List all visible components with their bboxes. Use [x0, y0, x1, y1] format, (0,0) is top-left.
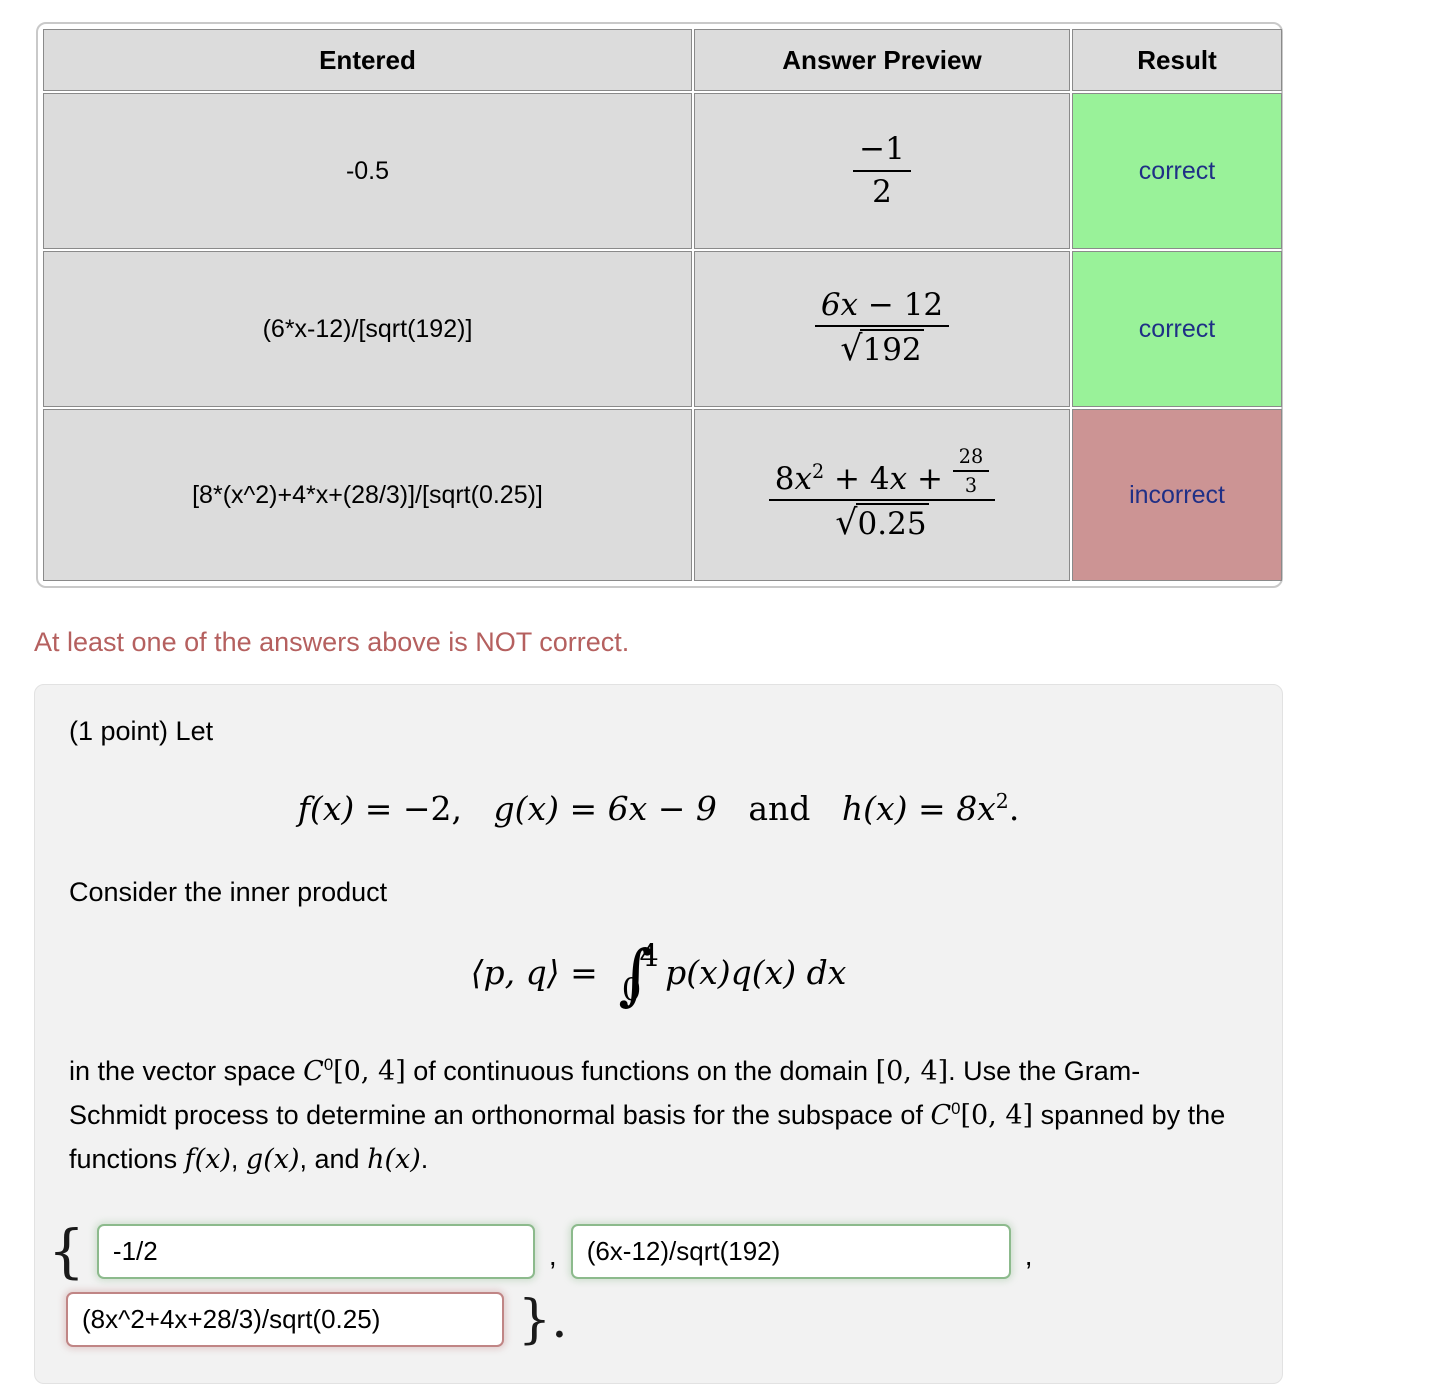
interval-notation: [0, 4]	[333, 1056, 406, 1088]
equals-sign: =	[918, 789, 957, 829]
entered-answer-1: -0.5	[43, 93, 692, 249]
column-header-answer-preview: Answer Preview	[694, 29, 1070, 91]
results-table-frame: Entered Answer Preview Result -0.5 −1 2 …	[36, 22, 1283, 588]
open-brace: {	[48, 1217, 85, 1285]
consider-inner-product-line: Consider the inner product	[69, 877, 388, 908]
answer-input-3[interactable]	[66, 1292, 504, 1347]
close-brace: }.	[518, 1289, 568, 1350]
answer-preview-3: 8x2 + 4x + 28 3 √0.25	[694, 409, 1070, 581]
fraction-numerator: 8x2 + 4x + 28 3	[768, 445, 996, 502]
fraction-quadratic-over-sqrt-025: 8x2 + 4x + 28 3 √0.25	[768, 445, 996, 543]
equals-sign: =	[364, 789, 403, 829]
comma-separator-1: ,	[548, 1240, 557, 1271]
inner-product-equation: ⟨p, q⟩ = ∫ 4 0 p(x)q(x) dx	[69, 935, 1248, 1013]
fraction-denominator: √192	[815, 327, 949, 370]
function-f-label: f(x)	[297, 789, 355, 829]
fraction-numerator: 6x − 12	[814, 287, 950, 328]
fraction-denominator: 2	[872, 173, 892, 210]
function-g-label: g(x)	[493, 789, 560, 829]
period: .	[420, 1143, 429, 1174]
answer-input-area: { , , }.	[0, 1222, 1283, 1359]
column-header-result: Result	[1072, 29, 1282, 91]
answer-row-1: { , ,	[0, 1222, 1283, 1280]
table-row: (6*x-12)/[sqrt(192)] 6x − 12 √192 correc…	[43, 251, 1282, 407]
fraction-numerator: −1	[853, 131, 911, 172]
function-g-value: 6x − 9	[607, 789, 717, 829]
inner-fraction-denominator: 3	[964, 473, 978, 497]
function-h-value: 8x	[956, 789, 996, 829]
table-row: [8*(x^2)+4*x+(28/3)]/[sqrt(0.25)] 8x2 + …	[43, 409, 1282, 581]
inner-fraction: 28 3	[952, 445, 990, 497]
and-word: and	[748, 789, 811, 829]
inner-product-notation: ⟨p, q⟩	[470, 952, 560, 992]
answer-input-1[interactable]	[96, 1223, 535, 1279]
fraction-minus-one-over-two: −1 2	[853, 131, 911, 209]
table-header-row: Entered Answer Preview Result	[43, 29, 1282, 91]
answer-preview-1: −1 2	[694, 93, 1070, 249]
problem-description-paragraph: in the vector space C0[0, 4] of continuo…	[69, 1055, 1226, 1175]
integral-upper-limit: 4	[639, 939, 659, 975]
function-f-value: −2,	[402, 789, 463, 829]
square-root-icon: √192	[840, 329, 924, 370]
fraction-denominator: √0.25	[769, 501, 995, 544]
result-badge-1: correct	[1072, 93, 1282, 249]
result-badge-3: incorrect	[1072, 409, 1282, 581]
function-h-label: h(x)	[841, 789, 908, 829]
answer-preview-2: 6x − 12 √192	[694, 251, 1070, 407]
entered-answer-2: (6*x-12)/[sqrt(192)]	[43, 251, 692, 407]
period: .	[1008, 789, 1020, 829]
results-table: Entered Answer Preview Result -0.5 −1 2 …	[41, 27, 1284, 583]
comma-separator-2: ,	[1024, 1240, 1033, 1271]
result-badge-2: correct	[1072, 251, 1282, 407]
equals-sign: =	[570, 952, 598, 992]
integral-lower-limit: 0	[621, 972, 642, 1008]
radicand: 0.25	[855, 503, 929, 543]
space-symbol-2: C	[930, 1100, 952, 1132]
exponent: 2	[995, 789, 1009, 814]
paragraph-part-2: of continuous functions on the domain	[413, 1056, 869, 1087]
integrand: p(x)q(x) dx	[665, 952, 847, 992]
interval-notation-2: [0, 4]	[875, 1056, 949, 1088]
function-reference-g: g(x)	[245, 1143, 300, 1175]
point-value-line: (1 point) Let	[69, 716, 214, 746]
answer-row-2: }.	[0, 1292, 1283, 1347]
function-reference-f: f(x)	[184, 1143, 231, 1175]
square-root-icon: √0.25	[835, 503, 929, 544]
entered-answer-3: [8*(x^2)+4*x+(28/3)]/[sqrt(0.25)]	[43, 409, 692, 581]
equals-sign: =	[569, 789, 608, 829]
space-symbol: C	[303, 1056, 324, 1088]
function-reference-h: h(x)	[367, 1143, 421, 1175]
answer-input-2[interactable]	[570, 1223, 1011, 1279]
radicand: 192	[860, 329, 924, 369]
fraction-6x-minus-12-over-sqrt-192: 6x − 12 √192	[814, 287, 950, 369]
table-row: -0.5 −1 2 correct	[43, 93, 1282, 249]
inner-fraction-numerator: 28	[952, 445, 990, 472]
space-exponent: 0	[323, 1055, 334, 1075]
paragraph-part-1: in the vector space	[69, 1056, 296, 1087]
integral-icon: ∫ 4 0	[618, 935, 659, 1013]
column-header-entered: Entered	[43, 29, 692, 91]
warning-message: At least one of the answers above is NOT…	[34, 627, 630, 657]
interval-notation-3: [0, 4]	[960, 1100, 1034, 1132]
and-word: , and	[299, 1143, 360, 1174]
function-definitions-equation: f(x) = −2, g(x) = 6x − 9 and h(x) = 8x2.	[69, 789, 1248, 828]
